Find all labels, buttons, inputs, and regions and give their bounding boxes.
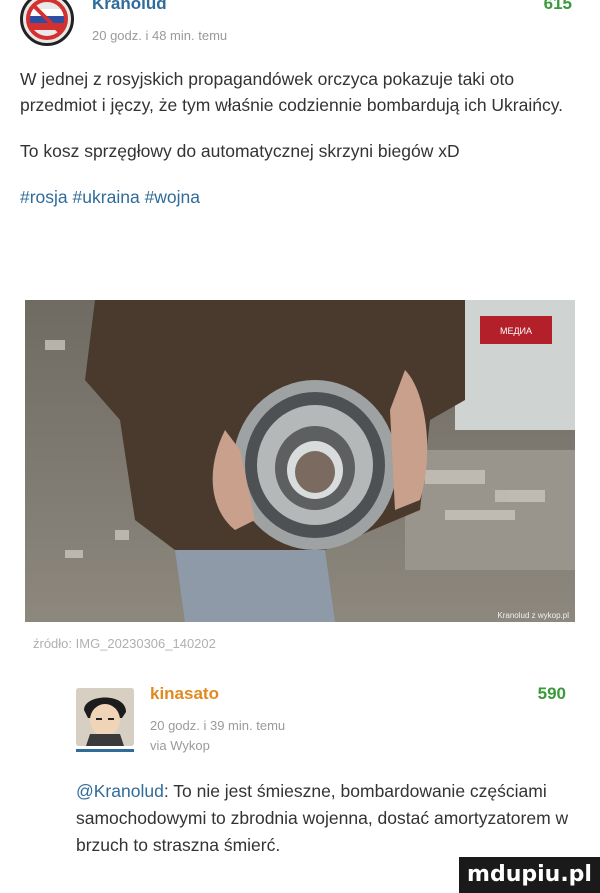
- post-score: 615: [543, 0, 572, 13]
- tag-link[interactable]: #rosja: [20, 187, 68, 207]
- avatar[interactable]: [76, 688, 134, 746]
- image-watermark: Kranolud z wykop.pl: [497, 611, 569, 620]
- post-timestamp: 20 godz. i 48 min. temu: [92, 28, 228, 43]
- user-mention[interactable]: @Kranolud: [76, 781, 164, 801]
- channel-logo-text: МЕДИА: [500, 326, 532, 336]
- post-author[interactable]: Kranolud: [92, 0, 167, 14]
- comment-score: 590: [537, 684, 566, 703]
- post-image[interactable]: МЕДИА Kranolud z wykop.pl: [25, 300, 575, 622]
- gender-indicator-bar: [76, 749, 134, 752]
- post-paragraph: W jednej z rosyjskich propagandówek orcz…: [20, 69, 564, 115]
- comment-timestamp: 20 godz. i 39 min. temu: [150, 718, 286, 733]
- clutch-basket-photo: МЕДИА: [25, 300, 575, 622]
- comment-body: @Kranolud: To nie jest śmieszne, bombard…: [76, 778, 576, 859]
- image-source-caption: źródło: IMG_20230306_140202: [33, 636, 216, 651]
- post-paragraph: To kosz sprzęgłowy do automatycznej skrz…: [20, 141, 460, 161]
- post-body: W jednej z rosyjskich propagandówek orcz…: [20, 66, 580, 230]
- comment-source[interactable]: via Wykop: [150, 736, 285, 756]
- site-watermark: mdupiu.pl: [459, 857, 600, 893]
- tag-link[interactable]: #ukraina: [73, 187, 140, 207]
- comment-author[interactable]: kinasato: [150, 684, 219, 704]
- no-russia-flag-icon: [26, 0, 68, 40]
- post-tags: #rosja #ukraina #wojna: [20, 184, 580, 210]
- anime-character-avatar-icon: [76, 688, 134, 746]
- tag-link[interactable]: #wojna: [145, 187, 200, 207]
- comment-meta: 20 godz. i 39 min. temu via Wykop: [150, 716, 285, 756]
- avatar[interactable]: [20, 0, 74, 46]
